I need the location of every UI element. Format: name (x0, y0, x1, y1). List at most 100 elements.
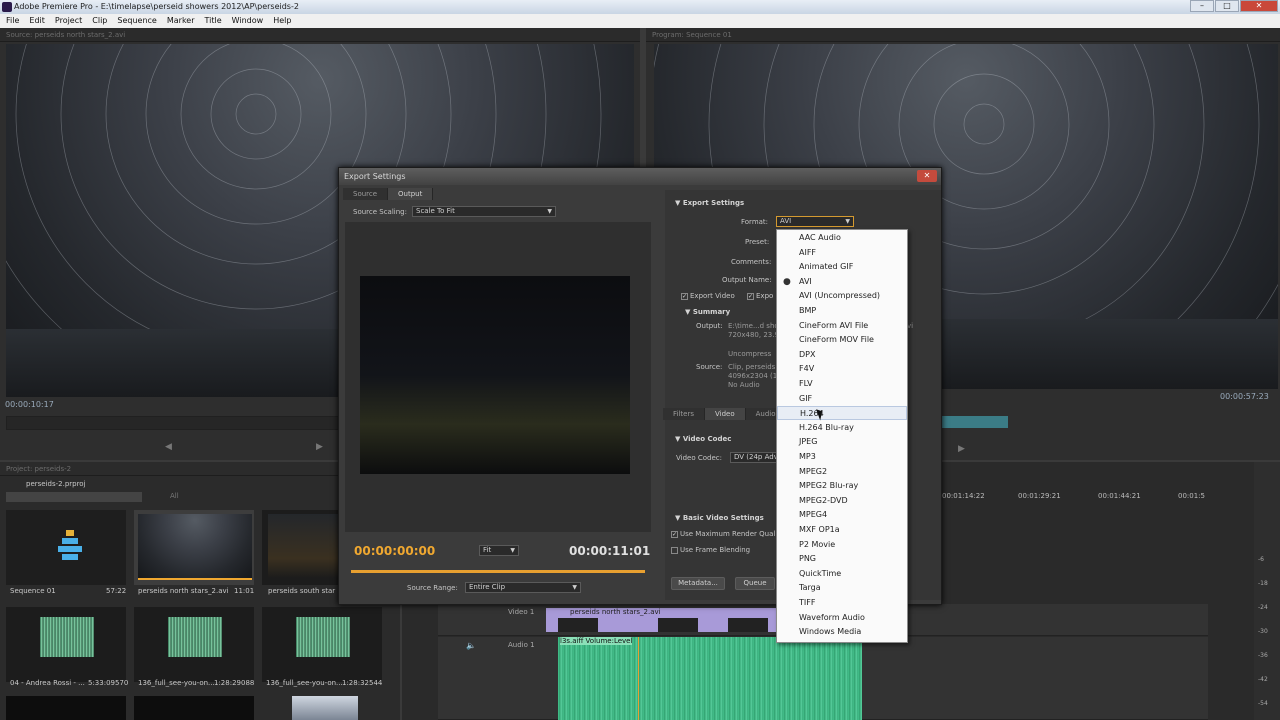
project-item-name: 04 - Andrea Rossi - ... (10, 679, 85, 687)
format-option-mpeg2[interactable]: MPEG2 (777, 465, 907, 479)
source-range-select[interactable]: Entire Clip ▼ (465, 582, 581, 593)
audio-thumbnail-1[interactable] (6, 607, 126, 682)
format-option-f4v[interactable]: F4V (777, 362, 907, 376)
export-close-button[interactable]: ✕ (917, 170, 937, 182)
format-option-gif[interactable]: GIF (777, 392, 907, 406)
export-video-checkbox[interactable]: ✓ Export Video (681, 292, 735, 300)
audio-clip[interactable]: l3s.aiff Volume:Level (558, 637, 862, 720)
chevron-down-icon: ▼ (572, 584, 577, 591)
format-option-cineform-mov[interactable]: CineForm MOV File (777, 333, 907, 347)
meter-tick: -54 (1258, 700, 1268, 707)
tab-video[interactable]: Video (704, 408, 746, 420)
format-option-mxf-op1a[interactable]: MXF OP1a (777, 523, 907, 537)
project-item-duration: 11:01 (234, 587, 255, 595)
zoom-fit-select[interactable]: Fit ▼ (479, 545, 519, 556)
format-option-p2-movie[interactable]: P2 Movie (777, 538, 907, 552)
source-scaling-select[interactable]: Scale To Fit ▼ (412, 206, 556, 217)
window-title: Adobe Premiere Pro - E:\timelapse\persei… (14, 2, 299, 11)
frame-blending-checkbox[interactable]: Use Frame Blending (671, 546, 750, 554)
format-option-windows-media[interactable]: Windows Media (777, 625, 907, 639)
format-option-mpeg2-bluray[interactable]: MPEG2 Blu-ray (777, 479, 907, 493)
menu-clip[interactable]: Clip (92, 14, 107, 28)
program-work-area-bar[interactable] (942, 416, 1008, 428)
format-option-mp3[interactable]: MP3 (777, 450, 907, 464)
format-option-avi[interactable]: ● AVI (777, 275, 907, 289)
chevron-down-icon: ▼ (510, 547, 515, 554)
format-option-waveform-audio[interactable]: Waveform Audio (777, 611, 907, 625)
summary-source-audio: No Audio (728, 381, 760, 389)
menu-edit[interactable]: Edit (29, 14, 45, 28)
project-search-input[interactable] (6, 492, 142, 502)
format-option-h264-bluray[interactable]: H.264 Blu-ray (777, 421, 907, 435)
format-option-avi-uncompressed[interactable]: AVI (Uncompressed) (777, 289, 907, 303)
maximize-button[interactable]: □ (1215, 0, 1239, 12)
format-option-dpx[interactable]: DPX (777, 348, 907, 362)
max-render-quality-checkbox[interactable]: ✓ Use Maximum Render Qualit (671, 530, 780, 538)
menu-title[interactable]: Title (205, 14, 222, 28)
format-option-cineform-avi[interactable]: CineForm AVI File (777, 319, 907, 333)
metadata-button[interactable]: Metadata... (671, 577, 725, 590)
preset-label: Preset: (745, 238, 770, 246)
menu-window[interactable]: Window (232, 14, 264, 28)
video-clip[interactable]: perseids north stars_2.avi (546, 608, 786, 632)
minimize-button[interactable]: – (1190, 0, 1214, 12)
format-option-aiff[interactable]: AIFF (777, 246, 907, 260)
format-option-mpeg2-dvd[interactable]: MPEG2-DVD (777, 494, 907, 508)
format-label: Format: (741, 218, 769, 226)
black-thumbnail[interactable] (134, 696, 254, 720)
black-thumbnail[interactable] (6, 696, 126, 720)
clip-thumbnail-north-stars[interactable] (134, 510, 254, 585)
tab-source[interactable]: Source (343, 188, 389, 200)
video-codec-value: DV (24p Adv (734, 453, 778, 461)
queue-button[interactable]: Queue (735, 577, 775, 590)
menu-help[interactable]: Help (273, 14, 291, 28)
program-monitor-tab[interactable]: Program: Sequence 01 (646, 28, 1280, 42)
clip-thumbnail-south-star[interactable] (262, 510, 340, 585)
source-monitor-tab[interactable]: Source: perseids north stars_2.avi (0, 28, 640, 42)
meter-tick: -6 (1258, 556, 1264, 563)
format-option-tiff[interactable]: TIFF (777, 596, 907, 610)
format-option-jpeg[interactable]: JPEG (777, 435, 907, 449)
format-option-mpeg4[interactable]: MPEG4 (777, 508, 907, 522)
project-filter[interactable]: All (170, 492, 179, 500)
menu-marker[interactable]: Marker (167, 14, 195, 28)
timecode-in[interactable]: 00:00:00:00 (354, 544, 435, 558)
tab-output[interactable]: Output (388, 188, 434, 200)
menu-file[interactable]: File (6, 14, 19, 28)
playhead-line[interactable] (638, 637, 639, 720)
step-back-icon[interactable]: ◀ (165, 442, 172, 452)
project-item-duration: 1:28:32544 (342, 679, 383, 687)
play-icon[interactable]: ▶ (316, 442, 323, 452)
format-option-quicktime[interactable]: QuickTime (777, 567, 907, 581)
program-play-icon[interactable]: ▶ (958, 444, 965, 454)
menu-sequence[interactable]: Sequence (117, 14, 156, 28)
tab-filters[interactable]: Filters (663, 408, 705, 420)
audio-thumbnail-3[interactable] (262, 607, 382, 682)
format-option-animated-gif[interactable]: Animated GIF (777, 260, 907, 274)
audio-thumbnail-2[interactable] (134, 607, 254, 682)
summary-uncompressed: Uncompress (728, 350, 772, 358)
cloud-thumbnail[interactable] (292, 696, 358, 720)
video-clip-label: perseids north stars_2.avi (570, 608, 661, 616)
export-range-bar[interactable] (351, 570, 645, 573)
format-option-flv[interactable]: FLV (777, 377, 907, 391)
meter-tick: -30 (1258, 628, 1268, 635)
format-option-aac-audio[interactable]: AAC Audio (777, 231, 907, 245)
close-window-button[interactable]: ✕ (1240, 0, 1278, 12)
speaker-icon[interactable]: 🔈 (466, 641, 476, 650)
audio-meter: -6 -18 -24 -30 -36 -42 -54 (1254, 462, 1280, 720)
summary-output-label: Output: (696, 322, 723, 330)
menu-project[interactable]: Project (55, 14, 82, 28)
format-option-bmp[interactable]: BMP (777, 304, 907, 318)
video-codec-select[interactable]: DV (24p Adv (730, 452, 778, 463)
format-option-png[interactable]: PNG (777, 552, 907, 566)
format-option-targa[interactable]: Targa (777, 581, 907, 595)
format-option-h264[interactable]: H.264 (777, 406, 907, 420)
format-select[interactable]: AVI ▼ (776, 216, 854, 227)
export-audio-checkbox[interactable]: ✓ Expo (747, 292, 773, 300)
source-scaling-label: Source Scaling: (353, 208, 407, 216)
menu-bar: File Edit Project Clip Sequence Marker T… (0, 14, 1280, 28)
timeline-ruler[interactable]: 00:01:14:22 00:01:29:21 00:01:44:21 00:0… (922, 488, 1222, 502)
meter-tick: -24 (1258, 604, 1268, 611)
sequence-thumbnail[interactable] (6, 510, 126, 585)
